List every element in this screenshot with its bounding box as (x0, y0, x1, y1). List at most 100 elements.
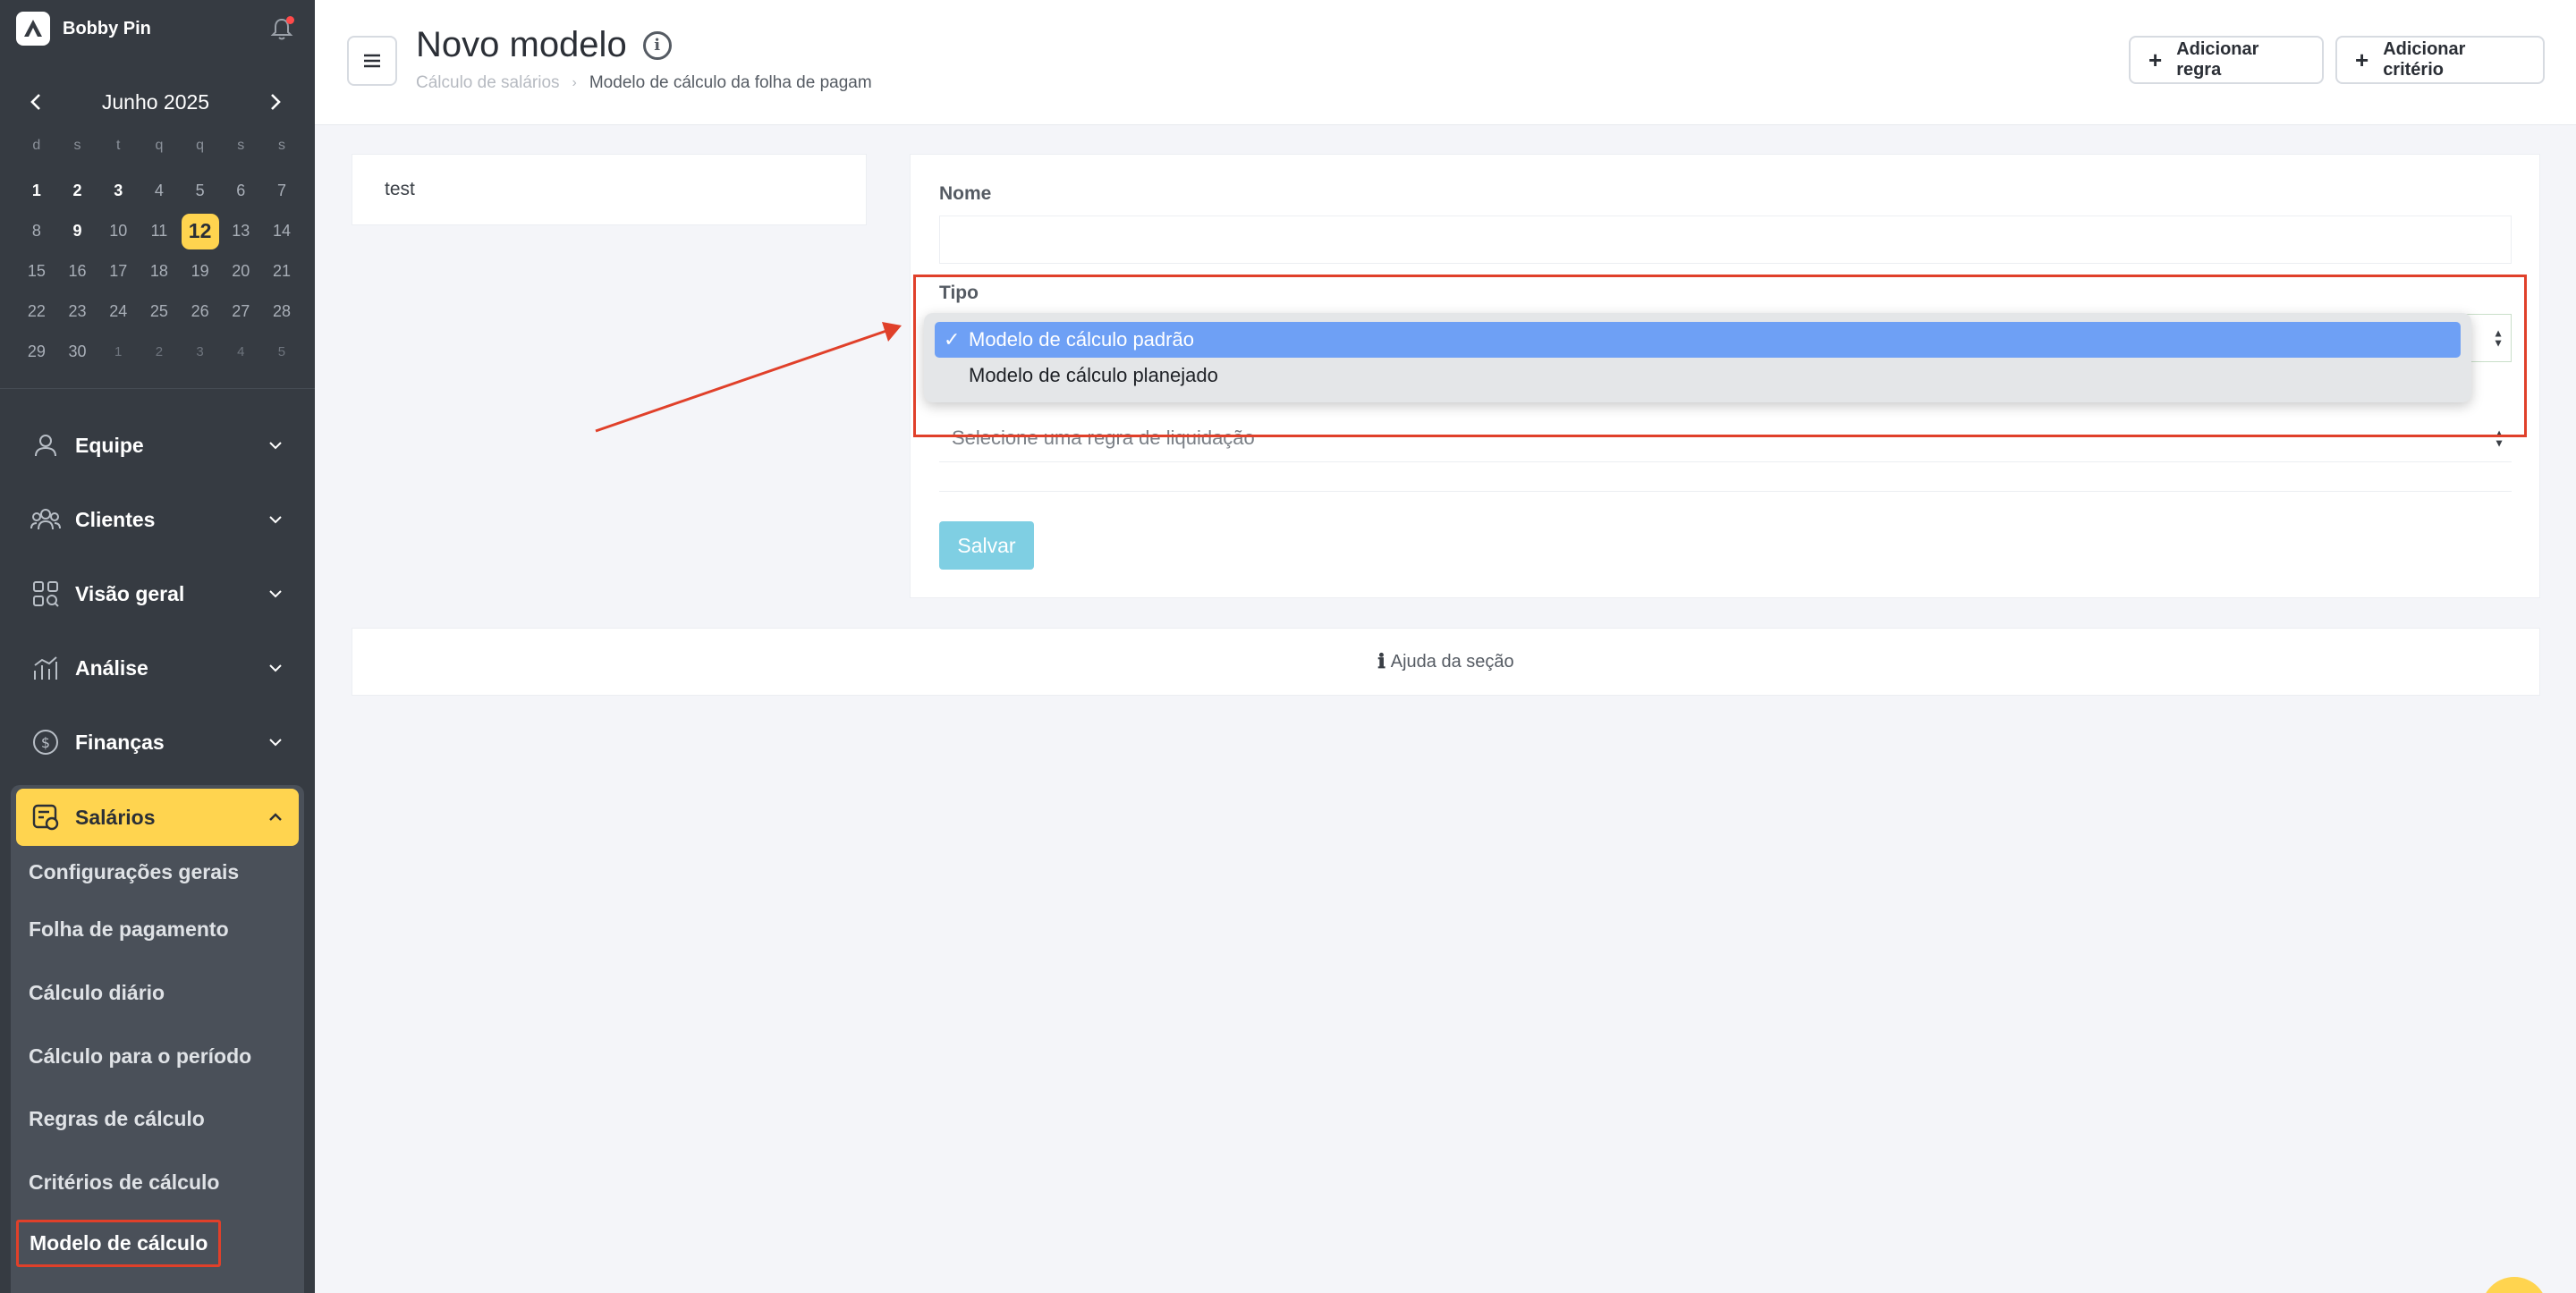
calendar-day[interactable]: 20 (220, 251, 261, 292)
calendar-day[interactable]: 3 (97, 171, 139, 211)
sidebar-item-label: Salários (75, 805, 156, 829)
sidebar-divider (0, 388, 315, 389)
calendar-day[interactable]: 16 (57, 251, 98, 292)
calendar-day[interactable]: 11 (139, 211, 180, 251)
chevron-up-icon (265, 807, 286, 828)
calendar-day[interactable]: 4 (139, 171, 180, 211)
settlement-rule-placeholder: Selecione uma regra de liquidação (952, 426, 1255, 449)
calendar-day[interactable]: 21 (261, 251, 302, 292)
model-list-item[interactable]: test (352, 154, 867, 225)
calendar-day-next-month[interactable]: 4 (220, 332, 261, 372)
sidebar-item-label: Clientes (75, 507, 156, 531)
calendar-day[interactable]: 7 (261, 171, 302, 211)
dropdown-option-selected[interactable]: ✓ Modelo de cálculo padrão (935, 322, 2461, 358)
name-label: Nome (939, 183, 992, 204)
calendar-prev-icon[interactable] (21, 88, 50, 116)
hamburger-icon (364, 54, 380, 68)
calendar-header: Junho 2025 (21, 86, 290, 118)
submenu-criterios-de-calculo[interactable]: Critérios de cálculo (29, 1170, 219, 1195)
sidebar-item-label: Análise (75, 655, 148, 680)
calendar-day[interactable]: 25 (139, 292, 180, 332)
person-icon (29, 428, 63, 462)
sidebar-item-financas[interactable]: $ Finanças (16, 714, 299, 771)
calendar-day[interactable]: 24 (97, 292, 139, 332)
notification-dot (286, 16, 294, 24)
dropdown-option[interactable]: Modelo de cálculo planejado (935, 358, 2461, 393)
calendar-day[interactable]: 13 (220, 211, 261, 251)
menu-toggle-button[interactable] (347, 36, 397, 86)
notification-bell-icon[interactable] (270, 16, 295, 41)
save-button[interactable]: Salvar (939, 521, 1034, 570)
sidebar-item-visao-geral[interactable]: Visão geral (16, 565, 299, 622)
calendar-day[interactable]: 8 (16, 211, 57, 251)
add-criteria-button[interactable]: + Adicionar critério (2335, 36, 2545, 84)
annotation-arrow-icon (595, 322, 902, 433)
top-header: Novo modelo i Cálculo de salários › Mode… (315, 0, 2576, 125)
type-label: Tipo (939, 283, 979, 303)
submenu-modelo-de-calculo[interactable]: Modelo de cálculo (16, 1220, 222, 1267)
calendar-grid: d s t q q s s 1 2 3 4 5 6 7 8 9 10 11 12… (16, 131, 299, 372)
calendar-day[interactable]: 18 (139, 251, 180, 292)
calendar-day[interactable]: 9 (57, 211, 98, 251)
calendar-day[interactable]: 26 (180, 292, 221, 332)
calendar-day[interactable]: 6 (220, 171, 261, 211)
sidebar-item-equipe[interactable]: Equipe (16, 417, 299, 474)
calendar-day-today[interactable]: 12 (180, 211, 221, 251)
submenu-calculo-periodo[interactable]: Cálculo para o período (29, 1044, 251, 1069)
floating-help-button[interactable] (2481, 1277, 2547, 1293)
calendar-weekday: s (237, 138, 245, 153)
breadcrumb-current: Modelo de cálculo da folha de pagam (589, 73, 872, 92)
calendar-day[interactable]: 14 (261, 211, 302, 251)
chevron-down-icon (265, 657, 286, 679)
submenu-configuracoes-gerais[interactable]: Configurações gerais (29, 860, 239, 884)
calendar-day[interactable]: 5 (180, 171, 221, 211)
section-help-link[interactable]: ℹ Ajuda da seção (352, 628, 2540, 696)
sidebar-item-analise[interactable]: Análise (16, 639, 299, 697)
calendar-next-icon[interactable] (261, 88, 290, 116)
name-input[interactable] (939, 216, 2512, 264)
calendar-day-next-month[interactable]: 3 (180, 332, 221, 372)
check-icon: ✓ (944, 328, 961, 351)
info-icon[interactable]: i (642, 30, 672, 60)
calendar-day[interactable]: 30 (57, 332, 98, 372)
sidebar: Bobby Pin Junho 2025 d s t q q s s 1 2 3… (0, 0, 315, 1293)
form-divider (939, 491, 2512, 492)
sidebar-item-salarios[interactable]: Salários (16, 789, 299, 846)
submenu-calculo-diario[interactable]: Cálculo diário (29, 981, 165, 1005)
analytics-icon (29, 651, 63, 685)
calendar-day[interactable]: 10 (97, 211, 139, 251)
chevron-down-icon (265, 731, 286, 753)
calendar-day[interactable]: 19 (180, 251, 221, 292)
dollar-circle-icon: $ (29, 725, 63, 759)
sidebar-item-clientes[interactable]: Clientes (16, 491, 299, 548)
calendar-day[interactable]: 15 (16, 251, 57, 292)
submenu-regras-de-calculo[interactable]: Regras de cálculo (29, 1107, 205, 1131)
breadcrumb-separator-icon: › (572, 75, 577, 90)
plus-icon: + (2355, 46, 2369, 73)
calendar-weekday: s (73, 138, 81, 153)
calendar-day[interactable]: 22 (16, 292, 57, 332)
dropdown-option-label: Modelo de cálculo padrão (969, 328, 1194, 351)
type-dropdown-menu: ✓ Modelo de cálculo padrão Modelo de cál… (924, 313, 2471, 402)
brand[interactable]: Bobby Pin (16, 12, 151, 46)
calendar-day[interactable]: 27 (220, 292, 261, 332)
calendar-day[interactable]: 29 (16, 332, 57, 372)
chevron-down-icon (265, 509, 286, 530)
breadcrumb-link[interactable]: Cálculo de salários (416, 73, 560, 93)
grid-search-icon (29, 577, 63, 611)
calendar-day-next-month[interactable]: 1 (97, 332, 139, 372)
calendar-day[interactable]: 23 (57, 292, 98, 332)
brand-logo-icon (16, 12, 50, 46)
chevron-down-icon (265, 435, 286, 456)
calendar-day[interactable]: 17 (97, 251, 139, 292)
calendar-day-next-month[interactable]: 5 (261, 332, 302, 372)
submenu-folha-de-pagamento[interactable]: Folha de pagamento (29, 917, 229, 942)
calendar-day[interactable]: 28 (261, 292, 302, 332)
add-rule-button[interactable]: + Adicionar regra (2129, 36, 2324, 84)
calendar-day[interactable]: 2 (57, 171, 98, 211)
calendar-day-next-month[interactable]: 2 (139, 332, 180, 372)
settlement-rule-select[interactable]: Selecione uma regra de liquidação ▲ ▼ (939, 414, 2512, 462)
calendar-weekday: s (277, 138, 285, 153)
calendar-day[interactable]: 1 (16, 171, 57, 211)
calendar-month-label: Junho 2025 (101, 89, 210, 114)
